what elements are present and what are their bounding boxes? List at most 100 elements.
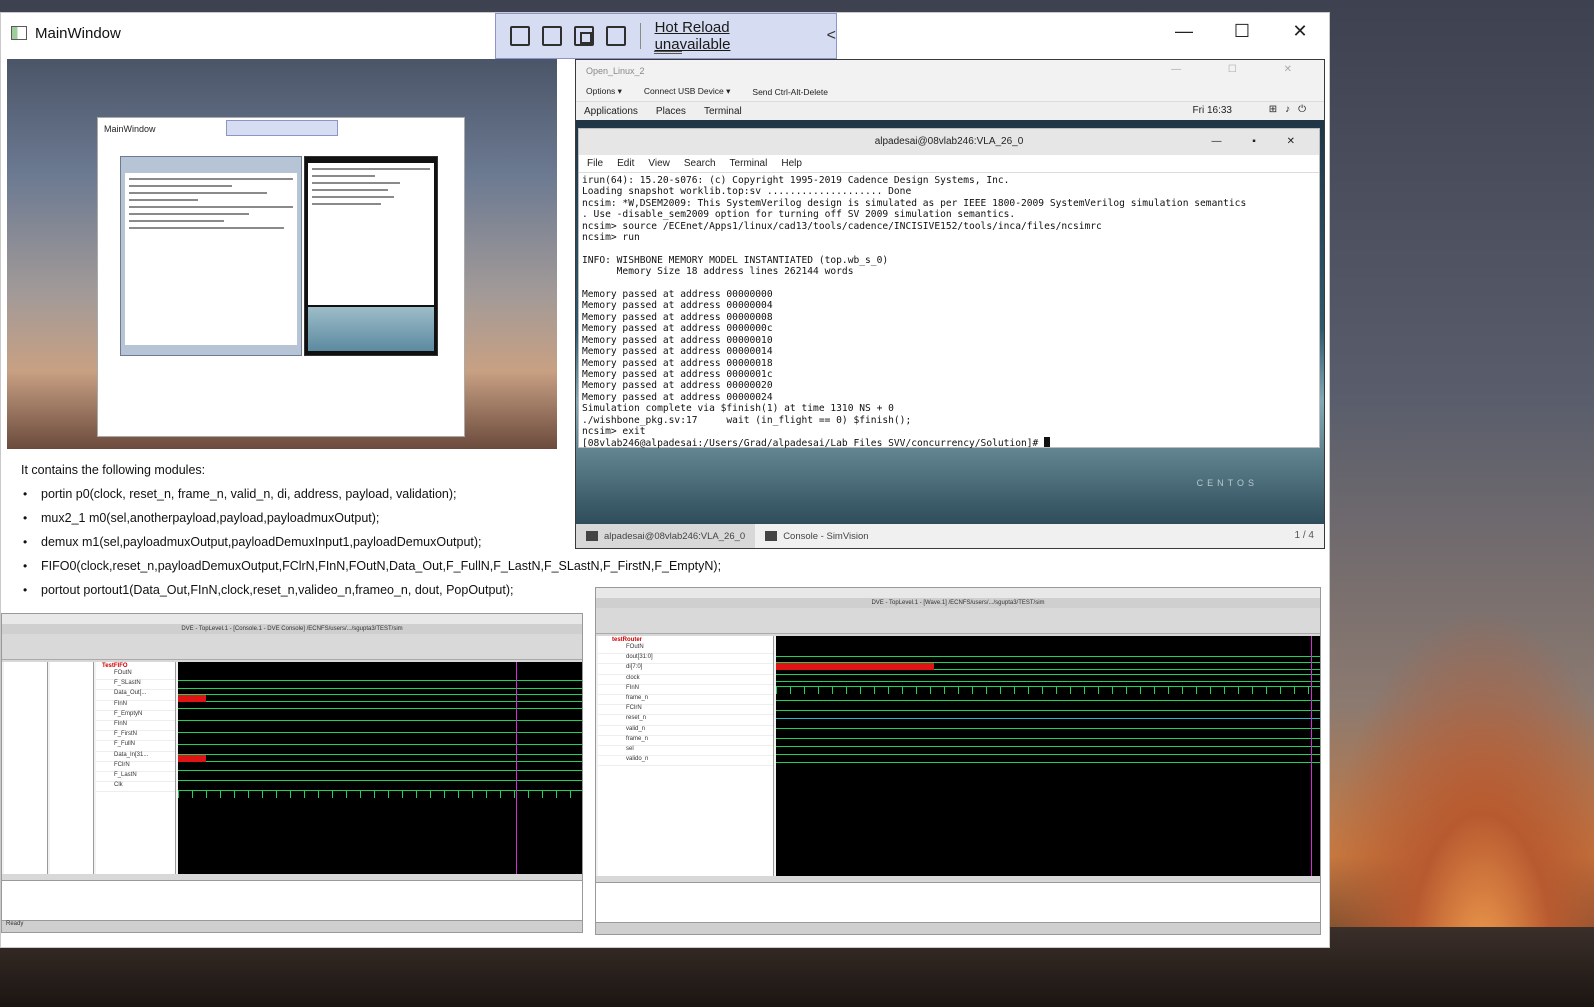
signal-row: di[7:0]	[598, 664, 773, 675]
main-window: MainWindow — ☐ ✕ Hot Reload unavailable …	[0, 12, 1330, 948]
terminal-icon	[586, 531, 598, 541]
nested-hot-reload-bar	[226, 120, 338, 136]
hierarchy-pane	[4, 662, 48, 874]
variable-pane	[50, 662, 94, 874]
signal-row: FOutN	[96, 670, 175, 681]
signal-row: valid_n	[598, 726, 773, 736]
taskbar-item-simvision[interactable]: Console - SimVision	[755, 524, 878, 548]
places-menu[interactable]: Places	[656, 106, 686, 117]
signal-row: FInN	[96, 721, 175, 732]
connect-usb-menu[interactable]: Connect USB Device ▾	[644, 86, 730, 97]
signal-row: frame_n	[598, 736, 773, 746]
minimize-button[interactable]: —	[1155, 13, 1213, 49]
drag-handle[interactable]	[654, 51, 682, 54]
dve-console[interactable]	[2, 880, 582, 920]
dve-console[interactable]	[596, 882, 1320, 922]
collapse-toolbar-icon[interactable]: <	[827, 27, 836, 45]
terminal-line: Memory passed at address 00000008	[582, 311, 773, 323]
terminal-window-controls[interactable]: — ▪ ✕	[1212, 129, 1309, 155]
dve-desktop-bar	[2, 614, 582, 624]
taskbar-label: alpadesai@08vlab246:VLA_26_0	[604, 530, 746, 542]
signal-row: Data_Out[...	[96, 690, 175, 701]
waveform-pane[interactable]	[178, 662, 582, 874]
applications-menu[interactable]: Applications	[584, 106, 638, 117]
track-focus-icon[interactable]	[605, 26, 626, 46]
vm-window-controls[interactable]: — ☐ ✕	[1171, 64, 1314, 75]
toolbar-divider	[639, 23, 641, 49]
terminal-line: Memory passed at address 00000004	[582, 300, 773, 312]
centos-watermark: CENTOS	[1196, 478, 1258, 488]
signal-row: FClrN	[96, 762, 175, 772]
taskbar-label: Console - SimVision	[783, 530, 869, 542]
signal-row: Clk	[96, 782, 175, 793]
dve-desktop-bar	[596, 588, 1320, 598]
signal-row: F_FullN	[96, 741, 175, 752]
terminal-line: INFO: WISHBONE MEMORY MODEL INSTANTIATED…	[582, 254, 889, 266]
signal-row: F_LastN	[96, 772, 175, 783]
dve-title: DVE - TopLevel.1 - [Console.1 - DVE Cons…	[2, 624, 582, 634]
signal-group-root: TestFIFO	[102, 663, 128, 669]
signal-row: FInN	[598, 685, 773, 695]
terminal-line: Memory Size 18 address lines 262144 word…	[582, 266, 854, 278]
signal-row: FOutN	[598, 644, 773, 655]
terminal-line: Memory passed at address 00000018	[582, 357, 773, 369]
vm-taskbar: alpadesai@08vlab246:VLA_26_0 Console - S…	[576, 524, 1324, 548]
window-controls: — ☐ ✕	[1155, 13, 1329, 53]
hot-reload-status-link[interactable]: Hot Reload unavailable	[655, 19, 809, 53]
clock[interactable]: Fri 16:33	[1193, 105, 1232, 116]
terminal-line: ncsim> run	[582, 232, 640, 244]
signal-row: reset_n	[598, 715, 773, 726]
terminal-line: Memory passed at address 00000024	[582, 391, 773, 403]
workspace-pager[interactable]: 1 / 4	[1295, 530, 1314, 541]
signal-row: dout[31:0]	[598, 654, 773, 665]
terminal-title: alpadesai@08vlab246:VLA_26_0	[874, 136, 1024, 147]
system-tray-icon[interactable]: ⊞♪⏻	[1269, 104, 1314, 115]
send-ctrl-alt-delete-button[interactable]: Send Ctrl-Alt-Delete	[752, 87, 828, 97]
module-item: FIFO0(clock,reset_n,payloadDemuxOutput,F…	[21, 559, 741, 583]
waveform-pane[interactable]	[776, 636, 1320, 876]
menu-file[interactable]: File	[587, 158, 603, 169]
terminal-line: ./wishbone_pkg.sv:17 wait (in_flight == …	[582, 414, 912, 426]
vm-console-window: Open_Linux_2 — ☐ ✕ Options ▾ Connect USB…	[575, 59, 1325, 549]
terminal-line: irun(64): 15.20-s076: (c) Copyright 1995…	[582, 175, 1010, 186]
maximize-button[interactable]: ☐	[1213, 13, 1271, 49]
signal-row: frame_n	[598, 695, 773, 706]
select-element-icon[interactable]	[541, 26, 562, 46]
signal-row: sel	[598, 746, 773, 757]
dve-toolbar	[596, 608, 1320, 634]
menu-help[interactable]: Help	[781, 158, 802, 169]
terminal-line: ncsim> exit	[582, 425, 646, 437]
menu-edit[interactable]: Edit	[617, 158, 634, 169]
vm-title-bar[interactable]: Open_Linux_2 — ☐ ✕	[576, 60, 1324, 82]
display-adorners-icon[interactable]	[573, 26, 594, 46]
hot-reload-toolbar: Hot Reload unavailable <	[495, 13, 837, 59]
menu-terminal[interactable]: Terminal	[730, 158, 768, 169]
terminal-title-bar[interactable]: alpadesai@08vlab246:VLA_26_0 — ▪ ✕	[579, 129, 1319, 155]
menu-view[interactable]: View	[648, 158, 670, 169]
visual-tree-icon[interactable]	[510, 26, 530, 46]
image-preview: MainWindow	[7, 59, 557, 449]
terminal-line: Memory passed at address 0000000c	[582, 323, 773, 335]
terminal-output[interactable]: irun(64): 15.20-s076: (c) Copyright 1995…	[579, 173, 1319, 452]
terminal-line: Memory passed at address 00000020	[582, 380, 773, 392]
app-window-icon	[11, 26, 27, 40]
signal-row: F_FirstN	[96, 731, 175, 742]
signal-row: valido_n	[598, 756, 773, 767]
terminal-line: Memory passed at address 00000000	[582, 289, 773, 301]
menu-search[interactable]: Search	[684, 158, 716, 169]
dve-panes: testRouter FOutN dout[31:0] di[7:0] cloc…	[596, 636, 1320, 876]
options-menu[interactable]: Options ▾	[586, 86, 622, 97]
terminal-line: [08vlab246@alpadesai:/Users/Grad/alpades…	[582, 437, 1316, 449]
terminal-line: Memory passed at address 00000010	[582, 334, 773, 346]
taskbar-item-terminal[interactable]: alpadesai@08vlab246:VLA_26_0	[576, 524, 756, 548]
dve-status-bar: Ready	[2, 920, 582, 932]
close-button[interactable]: ✕	[1271, 13, 1329, 49]
terminal-menubar: File Edit View Search Terminal Help	[579, 155, 1319, 173]
signal-group-root: testRouter	[612, 637, 643, 643]
dve-title: DVE - TopLevel.1 - [Wave.1] /ECNFS/users…	[596, 598, 1320, 608]
terminal-line: ncsim: *W,DSEM2009: This SystemVerilog d…	[582, 197, 1247, 209]
terminal-menu[interactable]: Terminal	[704, 106, 742, 117]
terminal-line: . Use -disable_sem2009 option for turnin…	[582, 209, 1016, 221]
